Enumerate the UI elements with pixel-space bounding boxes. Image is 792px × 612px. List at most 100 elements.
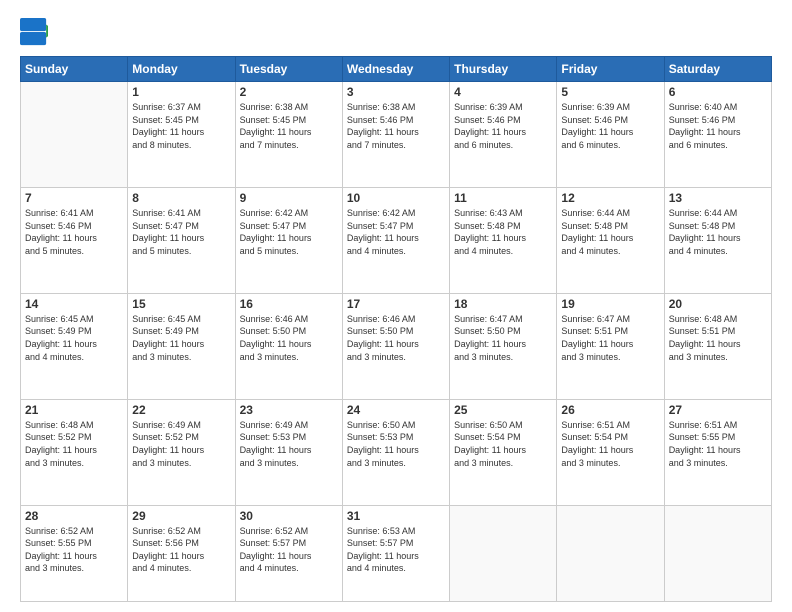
day-number: 24: [347, 403, 445, 417]
calendar-cell: 20Sunrise: 6:48 AM Sunset: 5:51 PM Dayli…: [664, 293, 771, 399]
day-number: 2: [240, 85, 338, 99]
day-info: Sunrise: 6:52 AM Sunset: 5:55 PM Dayligh…: [25, 525, 123, 575]
calendar-cell: 22 Sunrise: 6:49 AM Sunset: 5:52 PM Dayli…: [128, 399, 235, 505]
calendar-cell: 14 Sunrise: 6:45 AM Sunset: 5:49 PM Dayli…: [21, 293, 128, 399]
calendar-cell: 6 Sunrise: 6:40 AM Sunset: 5:46 PM Daylig…: [664, 82, 771, 188]
calendar-cell: 2 Sunrise: 6:38 AM Sunset: 5:45 PM Daylig…: [235, 82, 342, 188]
day-info: Sunrise: 6:49 AM Sunset: 5:53 PM Dayligh…: [240, 419, 338, 469]
day-number: 21: [25, 403, 123, 417]
day-number: 13: [669, 191, 767, 205]
day-info: Sunrise: 6:44 AM Sunset: 5:48 PM Dayligh…: [669, 207, 767, 257]
day-number: 29: [132, 509, 230, 523]
weekday-header-tuesday: Tuesday: [235, 57, 342, 82]
day-number: 22: [132, 403, 230, 417]
day-info: Sunrise: 6:41 AM Sunset: 5:47 PM Dayligh…: [132, 207, 230, 257]
calendar-cell: 29 Sunrise: 6:52 AM Sunset: 5:56 PM Dayli…: [128, 505, 235, 601]
calendar-cell: 11 Sunrise: 6:43 AM Sunset: 5:48 PM Dayli…: [450, 187, 557, 293]
calendar-cell: 21Sunrise: 6:48 AM Sunset: 5:52 PM Dayli…: [21, 399, 128, 505]
day-number: 5: [561, 85, 659, 99]
day-info: Sunrise: 6:39 AM Sunset: 5:46 PM Dayligh…: [454, 101, 552, 151]
calendar-cell: 17Sunrise: 6:46 AM Sunset: 5:50 PM Dayli…: [342, 293, 449, 399]
calendar-cell: 7 Sunrise: 6:41 AM Sunset: 5:46 PM Daylig…: [21, 187, 128, 293]
day-number: 30: [240, 509, 338, 523]
calendar-week-4: 28 Sunrise: 6:52 AM Sunset: 5:55 PM Dayli…: [21, 505, 772, 601]
day-info: Sunrise: 6:37 AM Sunset: 5:45 PM Dayligh…: [132, 101, 230, 151]
day-info: Sunrise: 6:38 AM Sunset: 5:46 PM Dayligh…: [347, 101, 445, 151]
calendar-cell: 8Sunrise: 6:41 AM Sunset: 5:47 PM Daylig…: [128, 187, 235, 293]
day-number: 25: [454, 403, 552, 417]
page: SundayMondayTuesdayWednesdayThursdayFrid…: [0, 0, 792, 612]
day-info: Sunrise: 6:43 AM Sunset: 5:48 PM Dayligh…: [454, 207, 552, 257]
day-number: 1: [132, 85, 230, 99]
calendar-cell: [21, 82, 128, 188]
calendar-cell: 28 Sunrise: 6:52 AM Sunset: 5:55 PM Dayli…: [21, 505, 128, 601]
day-info: Sunrise: 6:50 AM Sunset: 5:53 PM Dayligh…: [347, 419, 445, 469]
day-info: Sunrise: 6:39 AM Sunset: 5:46 PM Dayligh…: [561, 101, 659, 151]
day-info: Sunrise: 6:41 AM Sunset: 5:46 PM Dayligh…: [25, 207, 123, 257]
calendar-cell: 25 Sunrise: 6:50 AM Sunset: 5:54 PM Dayli…: [450, 399, 557, 505]
calendar-cell: 30Sunrise: 6:52 AM Sunset: 5:57 PM Dayli…: [235, 505, 342, 601]
calendar-week-3: 21Sunrise: 6:48 AM Sunset: 5:52 PM Dayli…: [21, 399, 772, 505]
day-info: Sunrise: 6:42 AM Sunset: 5:47 PM Dayligh…: [347, 207, 445, 257]
calendar-cell: 24 Sunrise: 6:50 AM Sunset: 5:53 PM Dayli…: [342, 399, 449, 505]
header: [20, 18, 772, 46]
calendar-cell: 3 Sunrise: 6:38 AM Sunset: 5:46 PM Daylig…: [342, 82, 449, 188]
logo-icon: [20, 18, 48, 46]
day-number: 28: [25, 509, 123, 523]
calendar-cell: 31Sunrise: 6:53 AM Sunset: 5:57 PM Dayli…: [342, 505, 449, 601]
calendar-cell: [450, 505, 557, 601]
weekday-header-sunday: Sunday: [21, 57, 128, 82]
day-info: Sunrise: 6:51 AM Sunset: 5:54 PM Dayligh…: [561, 419, 659, 469]
day-info: Sunrise: 6:47 AM Sunset: 5:51 PM Dayligh…: [561, 313, 659, 363]
calendar-cell: 9Sunrise: 6:42 AM Sunset: 5:47 PM Daylig…: [235, 187, 342, 293]
calendar-cell: 5 Sunrise: 6:39 AM Sunset: 5:46 PM Daylig…: [557, 82, 664, 188]
calendar-cell: 16 Sunrise: 6:46 AM Sunset: 5:50 PM Dayli…: [235, 293, 342, 399]
day-number: 20: [669, 297, 767, 311]
day-info: Sunrise: 6:40 AM Sunset: 5:46 PM Dayligh…: [669, 101, 767, 151]
day-number: 3: [347, 85, 445, 99]
day-number: 15: [132, 297, 230, 311]
day-number: 18: [454, 297, 552, 311]
day-info: Sunrise: 6:49 AM Sunset: 5:52 PM Dayligh…: [132, 419, 230, 469]
calendar-week-1: 7 Sunrise: 6:41 AM Sunset: 5:46 PM Daylig…: [21, 187, 772, 293]
calendar-cell: 13 Sunrise: 6:44 AM Sunset: 5:48 PM Dayli…: [664, 187, 771, 293]
calendar-cell: 10 Sunrise: 6:42 AM Sunset: 5:47 PM Dayli…: [342, 187, 449, 293]
calendar-week-0: 1 Sunrise: 6:37 AM Sunset: 5:45 PM Daylig…: [21, 82, 772, 188]
day-number: 26: [561, 403, 659, 417]
day-info: Sunrise: 6:51 AM Sunset: 5:55 PM Dayligh…: [669, 419, 767, 469]
day-info: Sunrise: 6:44 AM Sunset: 5:48 PM Dayligh…: [561, 207, 659, 257]
day-number: 14: [25, 297, 123, 311]
day-number: 16: [240, 297, 338, 311]
calendar-header-row: SundayMondayTuesdayWednesdayThursdayFrid…: [21, 57, 772, 82]
day-info: Sunrise: 6:52 AM Sunset: 5:56 PM Dayligh…: [132, 525, 230, 575]
day-number: 6: [669, 85, 767, 99]
weekday-header-saturday: Saturday: [664, 57, 771, 82]
day-info: Sunrise: 6:46 AM Sunset: 5:50 PM Dayligh…: [240, 313, 338, 363]
day-number: 23: [240, 403, 338, 417]
weekday-header-wednesday: Wednesday: [342, 57, 449, 82]
weekday-header-thursday: Thursday: [450, 57, 557, 82]
calendar-cell: [664, 505, 771, 601]
day-number: 19: [561, 297, 659, 311]
day-info: Sunrise: 6:47 AM Sunset: 5:50 PM Dayligh…: [454, 313, 552, 363]
day-info: Sunrise: 6:42 AM Sunset: 5:47 PM Dayligh…: [240, 207, 338, 257]
calendar-cell: 15Sunrise: 6:45 AM Sunset: 5:49 PM Dayli…: [128, 293, 235, 399]
day-number: 17: [347, 297, 445, 311]
day-info: Sunrise: 6:50 AM Sunset: 5:54 PM Dayligh…: [454, 419, 552, 469]
calendar-cell: 26 Sunrise: 6:51 AM Sunset: 5:54 PM Dayli…: [557, 399, 664, 505]
calendar-week-2: 14 Sunrise: 6:45 AM Sunset: 5:49 PM Dayli…: [21, 293, 772, 399]
day-info: Sunrise: 6:38 AM Sunset: 5:45 PM Dayligh…: [240, 101, 338, 151]
calendar-table: SundayMondayTuesdayWednesdayThursdayFrid…: [20, 56, 772, 602]
calendar-cell: 18 Sunrise: 6:47 AM Sunset: 5:50 PM Dayli…: [450, 293, 557, 399]
day-number: 4: [454, 85, 552, 99]
calendar-cell: 4 Sunrise: 6:39 AM Sunset: 5:46 PM Daylig…: [450, 82, 557, 188]
day-number: 10: [347, 191, 445, 205]
day-number: 7: [25, 191, 123, 205]
day-number: 27: [669, 403, 767, 417]
weekday-header-friday: Friday: [557, 57, 664, 82]
calendar-cell: [557, 505, 664, 601]
day-info: Sunrise: 6:45 AM Sunset: 5:49 PM Dayligh…: [25, 313, 123, 363]
calendar-cell: 19 Sunrise: 6:47 AM Sunset: 5:51 PM Dayli…: [557, 293, 664, 399]
calendar-cell: 23 Sunrise: 6:49 AM Sunset: 5:53 PM Dayli…: [235, 399, 342, 505]
day-number: 11: [454, 191, 552, 205]
